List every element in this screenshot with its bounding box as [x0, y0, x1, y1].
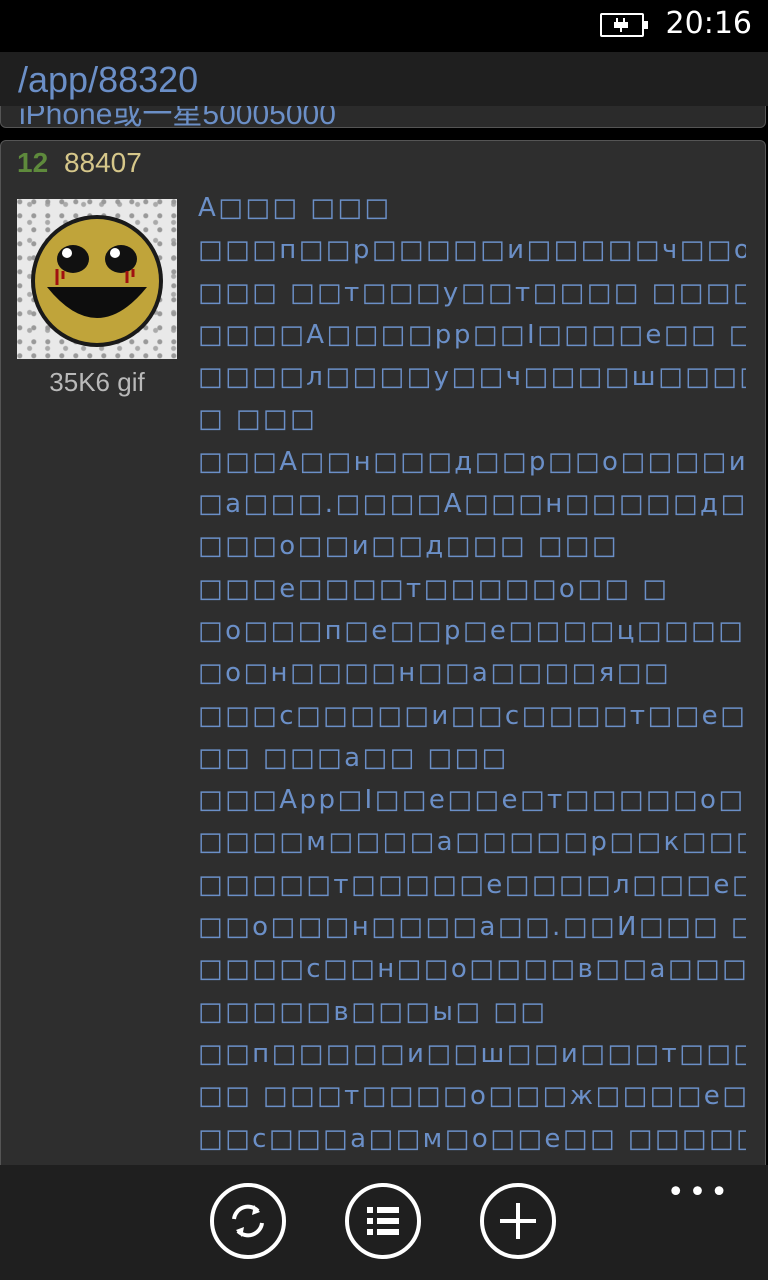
add-button[interactable]: [480, 1183, 556, 1259]
list-button[interactable]: [345, 1183, 421, 1259]
battery-charging-icon: [600, 13, 648, 37]
post-body-line: □□□□A□□□□рр□□I□□□□е□□ □□□□: [198, 319, 746, 350]
post-body-text: A□□□ □□□ □□□п□□р□□□□□и□□□□□ч□□о□□□м □□□ □□…: [198, 187, 746, 1160]
post-body-line: □ □□□: [198, 404, 318, 435]
post-body-line: □□□е□□□□т□□□□□о□□ □: [198, 573, 670, 604]
status-bar: 20:16: [0, 0, 768, 52]
post-body-line: □□□□с□□н□□о□□□□в□□а□□□ □□□□□: [198, 954, 746, 985]
post-body-line: □□ □□□а□□ □□□: [198, 742, 509, 773]
post-index: 12: [17, 147, 49, 178]
list-icon: [367, 1207, 399, 1235]
post-body-line: □□о□□□н□□□□а□□.□□И□□□ □□□□: [198, 912, 746, 943]
thumbnail-caption: 35K6 gif: [49, 367, 145, 397]
refresh-icon: [232, 1204, 264, 1238]
post-body-line: □□□п□□р□□□□□и□□□□□ч□□о□□□м: [198, 235, 746, 266]
post-body-line: □□□□л□□□□у□□ч□□□□ш□□□□е□□□□: [198, 362, 746, 393]
post-thumbnail-image[interactable]: [17, 199, 177, 359]
plus-icon: [500, 1203, 536, 1239]
title-bar: /app/88320: [0, 52, 768, 106]
post-body-line: □□□□м□□□□а□□□□□р□□к□□□□□а□□: [198, 827, 746, 858]
post-body-line: □□п□□□□□и□□ш□□и□□□т□□□□□е□□: [198, 1038, 746, 1069]
post-body-line: □□□A□□н□□□д□□р□□о□□□□и□□□□д: [198, 446, 746, 477]
more-menu-button[interactable]: •••: [667, 1175, 732, 1210]
post-body-line: □□□с□□□□□и□□с□□□□т□□е□м□□□а: [198, 700, 746, 731]
page-title: /app/88320: [18, 59, 199, 100]
post-body-line: □о□н□□□□н□□а□□□□я□□: [198, 658, 671, 689]
post-body-line: □□□Aрр□I□□е□□е□т□□□□□о□□□ □□: [198, 785, 746, 816]
post-header: 12 88407: [17, 147, 142, 179]
post-body-line: □□□□□в□□□ы□ □□: [198, 996, 548, 1027]
post-body-line: □□ □□□т□□□□о□□□ж□□□□е□□ □□: [198, 1081, 746, 1112]
post-body-line: □□с□□□а□□м□о□□е□□ □□□□□: [198, 1123, 746, 1154]
post-body-line: □о□□□п□е□□р□е□□□□ц□□□□е□□□: [198, 615, 746, 646]
post-body-line: □□□о□□и□□д□□□ □□□: [198, 531, 619, 562]
post-card[interactable]: 12 88407 35K6 gif A□□□ □□□ □□□п□□р□□□□□и□…: [0, 140, 766, 1200]
post-body-line: □□□ □□т□□□у□□т□□□□ □□□□: [198, 277, 746, 308]
refresh-button[interactable]: [210, 1183, 286, 1259]
post-body-line: □а□□□.□□□□A□□□н□□□□□д□□□□р□: [198, 489, 746, 520]
app-bar: •••: [0, 1165, 768, 1280]
post-body-line: A□□□ □□□: [198, 193, 392, 223]
status-time: 20:16: [665, 6, 752, 41]
post-body-line: □□□□□т□□□□□е□□□□л□□□е□□ф□□□□: [198, 869, 746, 900]
post-number[interactable]: 88407: [64, 147, 142, 178]
